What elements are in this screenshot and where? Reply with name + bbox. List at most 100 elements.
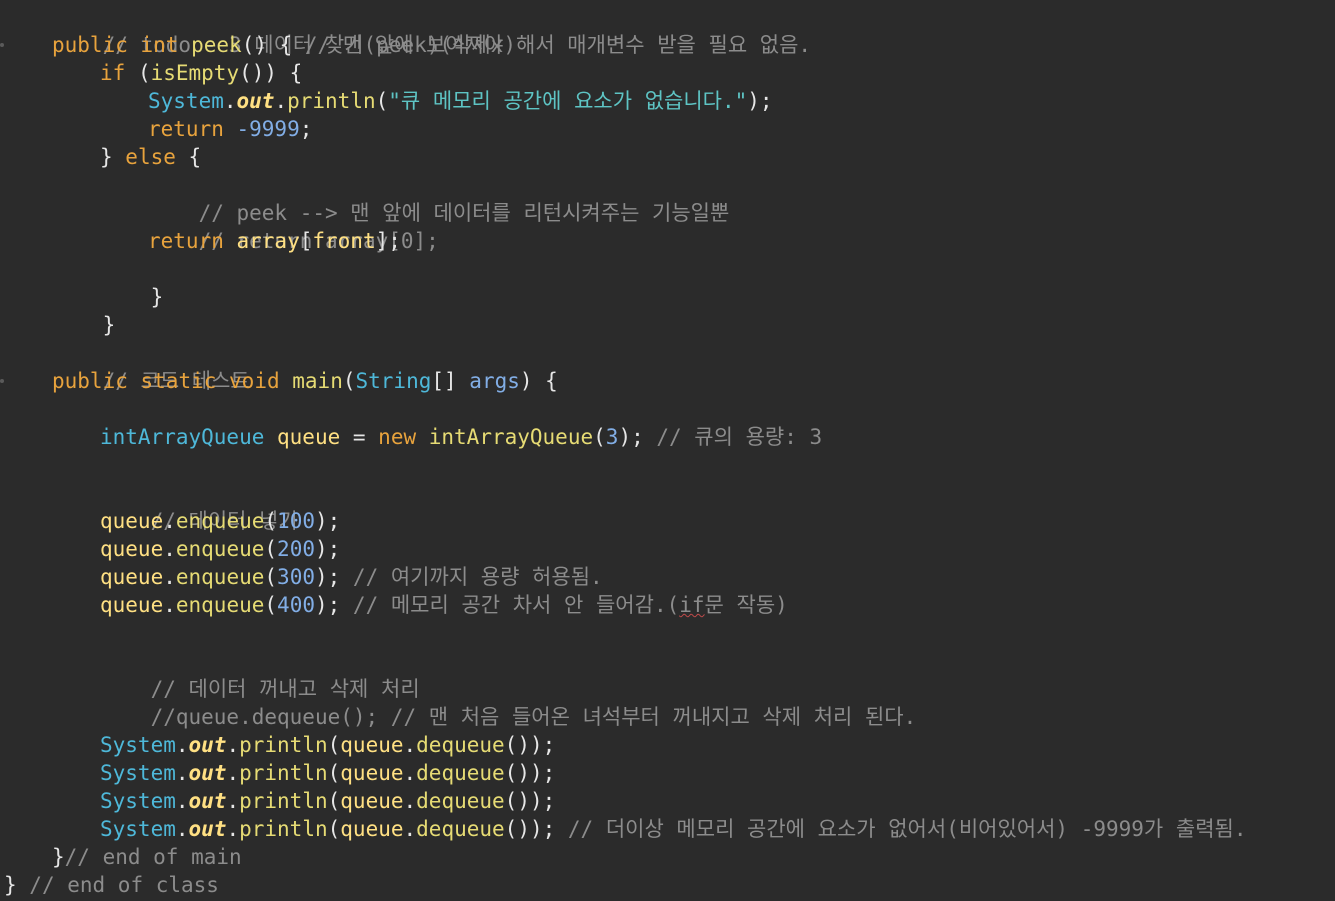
code-line[interactable]: } // end of class <box>4 871 219 899</box>
keyword: return <box>148 117 224 141</box>
code-line[interactable]: System.out.println("큐 메모리 공간에 요소가 없습니다."… <box>148 87 773 115</box>
code-line[interactable]: queue.enqueue(200); <box>100 535 340 563</box>
method-call: dequeue <box>416 817 505 841</box>
punctuation: } <box>102 313 116 337</box>
comment: // 맨 앞에 보여져야 해서 매개변수 받을 필요 없음. <box>304 33 812 57</box>
punctuation: () { <box>241 33 305 57</box>
variable-name: queue <box>264 425 341 449</box>
code-line[interactable]: // todo - 3 데이터 찾기(peek)(삭제x) <box>52 3 516 57</box>
comment: // 큐의 용량: 3 <box>656 425 823 449</box>
punctuation: ( <box>327 789 341 813</box>
punctuation: . <box>274 89 288 113</box>
punctuation: ( <box>593 425 606 449</box>
method-call: enqueue <box>175 537 265 561</box>
punctuation: ( <box>342 369 356 393</box>
keyword: return <box>148 229 224 253</box>
punctuation: ()); <box>504 733 556 757</box>
variable-name: queue <box>340 817 404 841</box>
method-call: dequeue <box>416 789 505 813</box>
keyword: public <box>52 33 128 57</box>
field-name: front <box>312 229 376 253</box>
punctuation: ( <box>375 89 389 113</box>
punctuation: } <box>4 873 17 897</box>
punctuation: . <box>226 761 240 785</box>
keyword: public <box>52 369 128 393</box>
punctuation: ( <box>327 733 341 757</box>
variable-name: queue <box>100 537 164 561</box>
code-line[interactable]: queue.enqueue(400); // 메모리 공간 차서 안 들어감.(… <box>100 591 788 619</box>
punctuation: { <box>175 145 202 169</box>
punctuation: ()); <box>504 761 556 785</box>
string-literal: "큐 메모리 공간에 요소가 없습니다." <box>388 89 748 113</box>
punctuation: } <box>100 145 126 169</box>
punctuation: ( <box>264 509 278 533</box>
variable-name: queue <box>100 593 164 617</box>
static-field: out <box>188 817 227 841</box>
punctuation: ]; <box>375 229 401 253</box>
punctuation: } <box>52 845 65 869</box>
code-editor[interactable]: // todo - 3 데이터 찾기(peek)(삭제x) public int… <box>0 0 1335 901</box>
code-line[interactable]: } <box>52 283 116 337</box>
number-literal: 400 <box>277 593 315 617</box>
variable-name: queue <box>100 565 164 589</box>
code-line[interactable]: // 데이터 넣기 <box>100 479 298 533</box>
code-line[interactable]: }// end of main <box>52 843 242 871</box>
keyword: else <box>125 145 176 169</box>
fold-marker[interactable] <box>0 379 4 383</box>
method-call: println <box>287 89 376 113</box>
punctuation: ); <box>314 593 341 617</box>
code-line[interactable]: System.out.println(queue.dequeue()); <box>100 731 555 759</box>
code-line[interactable]: System.out.println(queue.dequeue()); // … <box>100 815 1247 843</box>
keyword: if <box>100 61 126 85</box>
punctuation: ( <box>264 565 278 589</box>
comment: // 여기까지 용량 허용됨. <box>340 565 603 589</box>
keyword: static <box>140 369 217 393</box>
punctuation: ; <box>299 117 313 141</box>
code-line[interactable]: // 데이터 꺼내고 삭제 처리 <box>100 647 420 701</box>
code-line[interactable]: // 코드 테스트 <box>52 339 250 393</box>
punctuation: ); <box>314 537 341 561</box>
punctuation: ); <box>314 565 341 589</box>
operator: = <box>340 425 379 449</box>
code-line[interactable]: } else { <box>100 143 201 171</box>
variable-name: queue <box>340 761 404 785</box>
comment: // end of main <box>64 845 242 869</box>
code-line[interactable]: // return array[0]; <box>148 199 439 253</box>
punctuation: . <box>226 817 240 841</box>
field-name: array <box>223 229 300 253</box>
punctuation: . <box>163 537 176 561</box>
method-call: println <box>239 789 328 813</box>
punctuation: . <box>175 761 189 785</box>
code-line[interactable]: public int peek() { // 맨 앞에 보여져야 해서 매개변수… <box>52 31 811 59</box>
code-line[interactable]: return array[front]; <box>148 227 401 255</box>
code-line[interactable]: if (isEmpty()) { <box>100 59 302 87</box>
variable-name: queue <box>340 733 404 757</box>
code-line[interactable]: public static void main(String[] args) { <box>52 367 558 395</box>
punctuation: ()) { <box>239 61 303 85</box>
punctuation: . <box>175 733 189 757</box>
code-line[interactable]: queue.enqueue(300); // 여기까지 용량 허용됨. <box>100 563 603 591</box>
code-line[interactable]: //queue.dequeue(); // 맨 처음 들어온 녀석부터 꺼내지고… <box>100 675 917 729</box>
code-line[interactable]: return -9999; <box>148 115 312 143</box>
punctuation: ( <box>125 61 151 85</box>
punctuation: . <box>403 789 417 813</box>
code-line[interactable]: System.out.println(queue.dequeue()); <box>100 787 555 815</box>
code-line[interactable]: intArrayQueue queue = new intArrayQueue(… <box>100 423 822 451</box>
number-literal: 200 <box>277 537 315 561</box>
method-name: peek <box>191 33 242 57</box>
number-literal: 100 <box>277 509 315 533</box>
punctuation: . <box>226 733 240 757</box>
static-field: out <box>188 733 227 757</box>
punctuation: . <box>163 565 176 589</box>
code-line[interactable]: // peek --> 맨 앞에 데이터를 리턴시켜주는 기능일뿐 <box>148 171 730 225</box>
code-line[interactable]: } <box>100 255 164 309</box>
method-call: enqueue <box>175 509 265 533</box>
code-line[interactable]: System.out.println(queue.dequeue()); <box>100 759 555 787</box>
fold-marker[interactable] <box>0 43 4 47</box>
static-field: out <box>188 761 227 785</box>
number-literal: 300 <box>277 565 315 589</box>
punctuation: . <box>223 89 237 113</box>
class-name: System <box>100 761 176 785</box>
code-line[interactable]: queue.enqueue(100); <box>100 507 340 535</box>
punctuation: . <box>403 817 417 841</box>
